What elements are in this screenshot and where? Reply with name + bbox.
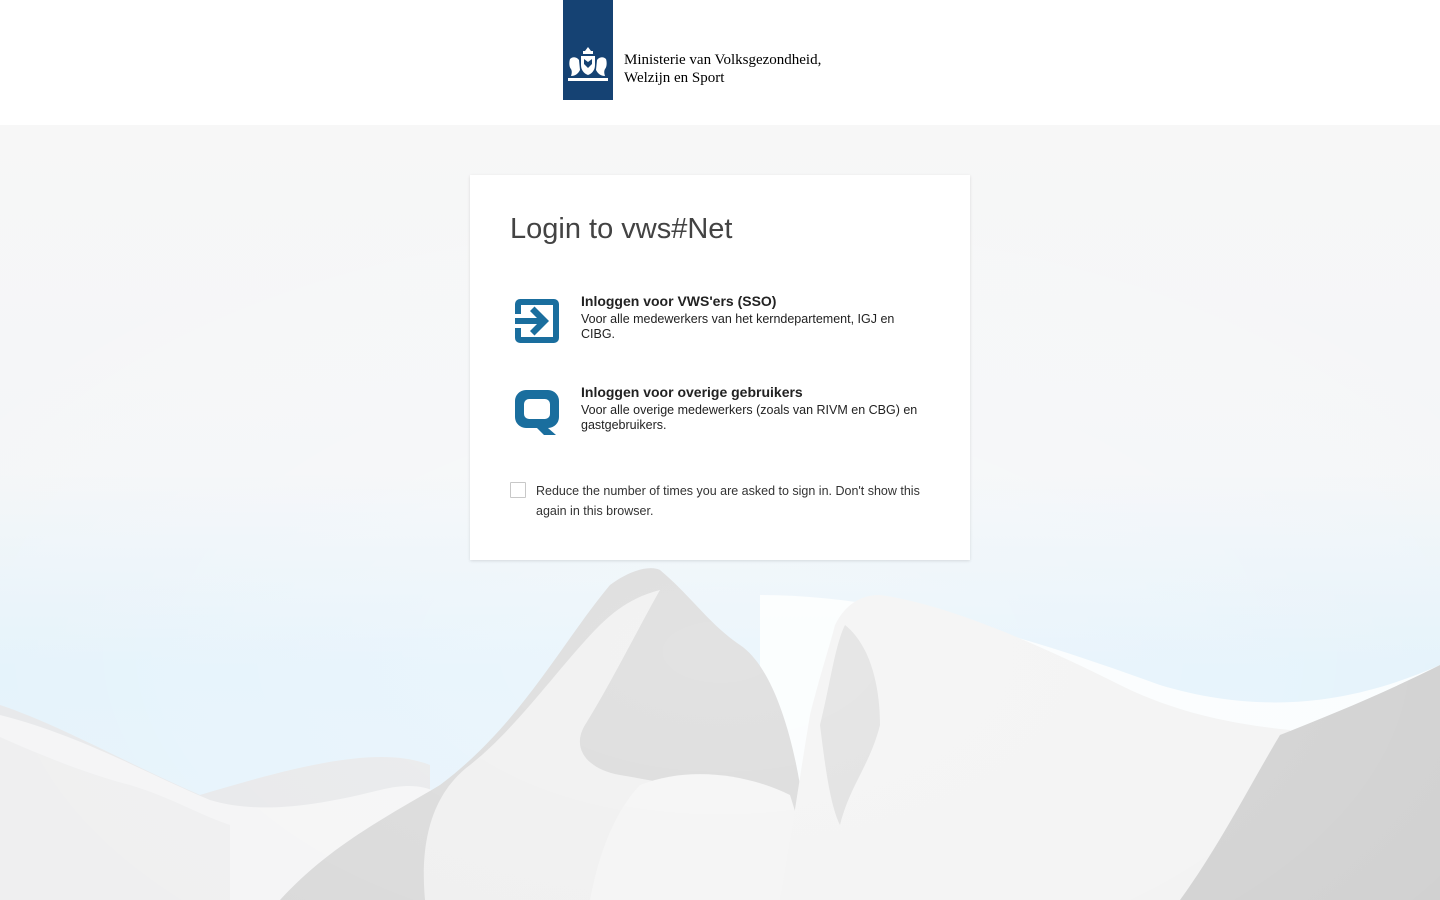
q-logo-icon bbox=[515, 390, 559, 435]
site-header: Ministerie van Volksgezondheid, Welzijn … bbox=[0, 0, 1440, 125]
organization-name: Ministerie van Volksgezondheid, Welzijn … bbox=[624, 51, 854, 87]
login-card: Login to vws#Net Inloggen voor VWS'ers (… bbox=[470, 175, 970, 560]
rijksoverheid-coat-of-arms-icon bbox=[568, 47, 608, 81]
remember-checkbox-label[interactable]: Reduce the number of times you are asked… bbox=[536, 481, 931, 521]
page-title: Login to vws#Net bbox=[510, 213, 733, 245]
sso-login-option[interactable]: Inloggen voor VWS'ers (SSO) Voor alle me… bbox=[510, 293, 930, 354]
organization-name-line1: Ministerie van Volksgezondheid, bbox=[624, 52, 822, 68]
other-users-login-option[interactable]: Inloggen voor overige gebruikers Voor al… bbox=[510, 384, 930, 445]
organization-name-line2: Welzijn en Sport bbox=[624, 70, 725, 86]
sso-login-title: Inloggen voor VWS'ers (SSO) bbox=[581, 293, 777, 309]
government-logo bbox=[563, 0, 613, 100]
sso-login-description: Voor alle medewerkers van het kerndepart… bbox=[581, 312, 895, 341]
sign-in-arrow-icon bbox=[515, 299, 559, 343]
other-users-login-title: Inloggen voor overige gebruikers bbox=[581, 384, 803, 400]
other-users-login-description: Voor alle overige medewerkers (zoals van… bbox=[581, 403, 918, 432]
remember-checkbox[interactable] bbox=[510, 482, 526, 498]
